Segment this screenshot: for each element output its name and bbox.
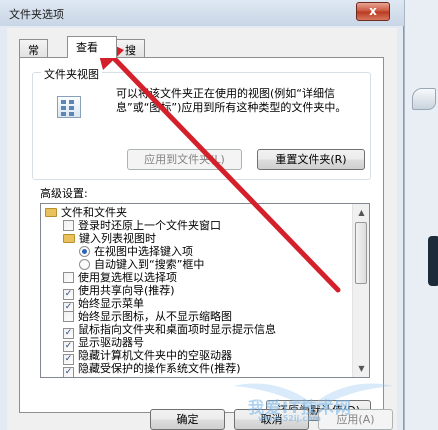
drive-icon (412, 88, 436, 110)
list-item[interactable]: 登录时还原上一个文件夹窗口 (63, 219, 221, 232)
dialog-client-area: 常规 查看 搜索 文件夹视图 可以将该文件夹正在使用的视图(例如“详细信息”或“… (7, 28, 397, 430)
title-bar[interactable]: 文件夹选项 x (0, 0, 404, 26)
folder-views-description: 可以将该文件夹正在使用的视图(例如“详细信息”或“图标”)应用到所有这种类型的文… (116, 87, 347, 114)
radio-button[interactable] (79, 259, 90, 270)
folder-view-icon (57, 96, 81, 118)
list-item: 文件和文件夹 (45, 206, 127, 219)
folder-options-dialog: 文件夹选项 x 常规 查看 搜索 文件夹视图 可以将该文件夹正在使用的视图(例如… (0, 0, 404, 430)
background-desktop-strip (404, 0, 438, 430)
folder-icon (63, 234, 75, 243)
checkbox[interactable] (63, 272, 74, 283)
folder-views-legend: 文件夹视图 (41, 66, 102, 82)
checkbox[interactable] (63, 311, 74, 322)
watermark-url: www.52ij.com (258, 414, 321, 423)
list-item[interactable]: ✓ 隐藏受保护的操作系统文件(推荐) (63, 362, 241, 377)
advanced-settings-list[interactable]: 文件和文件夹 登录时还原上一个文件夹窗口 键入列表视图时 在视图中选择键入项 自… (40, 203, 370, 378)
view-tab-panel: 文件夹视图 可以将该文件夹正在使用的视图(例如“详细信息”或“图标”)应用到所有… (19, 57, 384, 421)
scroll-thumb[interactable] (355, 222, 367, 284)
list-item: 键入列表视图时 (63, 232, 156, 245)
list-item[interactable]: ✓ 鼠标指向文件夹和桌面项时显示提示信息 (63, 323, 276, 339)
tab-search[interactable]: 搜索 (116, 39, 145, 73)
reset-folders-button[interactable]: 重置文件夹(R) (257, 149, 365, 170)
list-item[interactable]: 始终显示图标，从不显示缩略图 (63, 310, 232, 323)
scroll-up-arrow-icon[interactable]: ▲ (353, 204, 369, 221)
window-title: 文件夹选项 (9, 8, 64, 21)
tab-view[interactable]: 查看 (67, 36, 117, 58)
list-item[interactable]: ✓ 隐藏计算机文件夹中的空驱动器 (63, 349, 232, 365)
advanced-settings-label: 高级设置: (40, 187, 88, 200)
apply-to-folders-button[interactable]: 应用到文件夹(L) (127, 149, 242, 170)
device-icon (428, 236, 438, 286)
close-button[interactable]: x (356, 2, 390, 21)
list-item[interactable]: ✓ 始终显示菜单 (63, 297, 144, 313)
folder-views-group: 文件夹视图 可以将该文件夹正在使用的视图(例如“详细信息”或“图标”)应用到所有… (32, 66, 371, 180)
checkbox[interactable] (63, 220, 74, 231)
list-item[interactable]: 自动键入到“搜索”框中 (79, 258, 204, 271)
checkbox-checked[interactable]: ✓ (63, 367, 74, 377)
radio-button-selected[interactable] (79, 246, 90, 257)
list-item[interactable]: 在视图中选择键入项 (79, 245, 193, 258)
folder-icon (45, 208, 57, 217)
list-item[interactable]: ✓ 显示驱动器号 (63, 336, 144, 352)
list-item[interactable]: ✓ 使用共享向导(推荐) (63, 284, 175, 300)
close-icon: x (369, 4, 377, 18)
tab-general[interactable]: 常规 (19, 39, 48, 73)
list-item[interactable]: 使用复选框以选择项 (63, 271, 177, 284)
ok-button[interactable]: 确定 (150, 409, 225, 430)
vertical-scrollbar[interactable]: ▲ ▼ (352, 204, 369, 377)
watermark: 我爱IT技术网 www.52ij.com (228, 372, 403, 423)
